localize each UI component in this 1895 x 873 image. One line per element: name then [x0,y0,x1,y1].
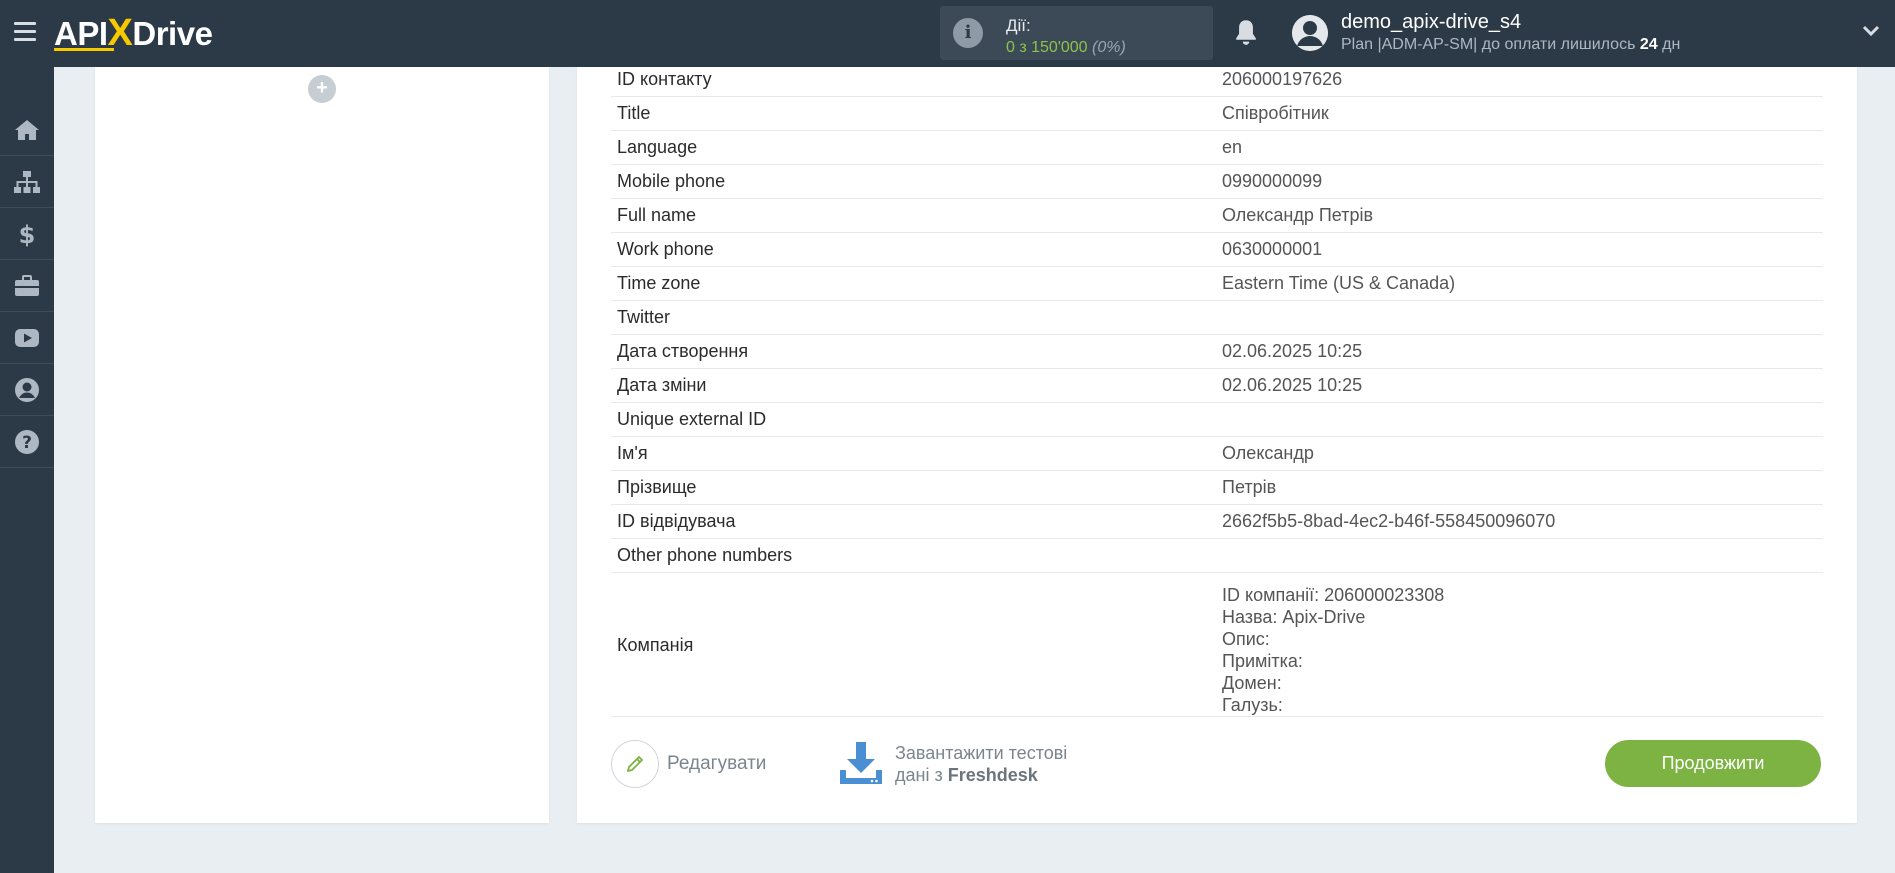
briefcase-icon [15,275,39,296]
download-icon [840,742,882,784]
load-test-data-label: Завантажити тестові дані з Freshdesk [895,743,1068,785]
table-row: Time zone Eastern Time (US & Canada) [611,267,1823,301]
actions-label: Дії: [1006,16,1031,35]
svg-text:$: $ [19,221,36,247]
continue-button[interactable]: Продовжити [1605,740,1821,787]
info-icon: i [953,18,983,48]
field-value: 02.06.2025 10:25 [1222,375,1363,395]
table-row: Mobile phone 0990000099 [611,165,1823,199]
field-value: Олександр [1222,443,1314,463]
pencil-icon [611,740,659,788]
field-name: Дата створення [617,341,749,361]
actions-value: 0 з 150'000 (0%) [1006,39,1126,56]
field-value: en [1222,137,1243,157]
field-value: Олександр Петрів [1222,205,1374,225]
svg-text:?: ? [22,433,32,453]
field-name: Unique external ID [617,409,767,429]
avatar[interactable] [1292,15,1328,51]
table-row: Full name Олександр Петрів [611,199,1823,233]
table-row: Language en [611,131,1823,165]
apix-drive-logo[interactable]: APIXDrive [54,13,213,53]
table-row: Other phone numbers [611,539,1823,573]
sidebar: $ ? [0,67,54,873]
add-step-button[interactable]: + [308,75,336,103]
table-row: Unique external ID [611,403,1823,437]
user-name[interactable]: demo_apix-drive_s4 [1341,11,1521,34]
field-value: 02.06.2025 10:25 [1222,341,1363,361]
field-name: Mobile phone [617,171,726,191]
table-row: Work phone 0630000001 [611,233,1823,267]
load-test-data-button[interactable]: Завантажити тестові дані з Freshdesk [837,740,1067,788]
field-name: Twitter [617,307,671,327]
edit-label: Редагувати [667,753,767,774]
field-value: 0990000099 [1222,171,1323,191]
table-row: Дата зміни 02.06.2025 10:25 [611,369,1823,403]
youtube-icon [15,329,39,347]
field-name: Full name [617,205,697,225]
left-panel: + [95,67,549,823]
fields-table: ID контакту 206000197626 Title Співробітник… [611,67,1823,717]
company-detail-line: Галузь: [1222,695,1283,715]
table-row: ID відвідувача 2662f5b5-8bad-4ec2-b46f-55… [611,505,1823,539]
sidebar-item-help[interactable]: ? [0,417,54,468]
chevron-down-icon[interactable] [1862,24,1880,38]
field-name: ID відвідувача [617,511,736,531]
sidebar-item-video[interactable] [0,313,54,364]
help-icon: ? [15,430,39,454]
table-row-company: Компанія ID компанії: 206000023308 Назва: … [611,573,1823,717]
field-name: Work phone [617,239,714,259]
actions-counter: i Дії: 0 з 150'000 (0%) [940,6,1213,60]
table-row: ID контакту 206000197626 [611,67,1823,97]
field-name: Language [617,137,698,157]
sidebar-item-account[interactable] [0,365,54,416]
sidebar-item-connections[interactable] [0,157,54,208]
menu-icon[interactable] [14,22,36,41]
sitemap-icon [14,171,40,193]
company-detail-line: ID компанії: 206000023308 [1222,585,1445,605]
table-row: Ім'я Олександр [611,437,1823,471]
dollar-icon: $ [19,221,36,247]
table-row: Twitter [611,301,1823,335]
edit-button[interactable]: Редагувати [611,740,766,788]
field-name: Other phone numbers [617,545,793,565]
field-value: 206000197626 [1222,69,1343,89]
home-icon [15,120,39,140]
table-row: Прізвище Петрів [611,471,1823,505]
table-row: Дата створення 02.06.2025 10:25 [611,335,1823,369]
sidebar-item-projects[interactable] [0,261,54,312]
field-value: 0630000001 [1222,239,1323,259]
company-detail-line: Назва: Apix-Drive [1222,607,1366,627]
user-plan: Plan |ADM-AP-SM| до оплати лишилось 24 д… [1341,36,1681,53]
field-name: Time zone [617,273,701,293]
field-value: 2662f5b5-8bad-4ec2-b46f-558450096070 [1222,511,1556,531]
company-detail-line: Примітка: [1222,651,1303,671]
field-value: Співробітник [1222,103,1329,123]
top-bar: APIXDrive i Дії: 0 з 150'000 (0%) demo_a… [0,0,1895,67]
company-detail-line: Опис: [1222,629,1270,649]
field-value: Eastern Time (US & Canada) [1222,273,1456,293]
sidebar-item-home[interactable] [0,105,54,156]
field-name: Ім'я [617,443,648,463]
sidebar-item-billing[interactable]: $ [0,209,54,260]
table-row: Title Співробітник [611,97,1823,131]
field-name: Прізвище [617,477,697,497]
data-preview-panel: ID контакту 206000197626 Title Співробітник… [577,67,1857,823]
field-name: ID контакту [617,69,712,89]
field-name: Компанія [617,635,694,655]
company-details: ID компанії: 206000023308 Назва: Apix-Dri… [1222,584,1444,716]
company-detail-line: Домен: [1222,673,1282,693]
field-name: Title [617,103,651,123]
field-value: Петрів [1222,477,1277,497]
user-icon [15,378,39,402]
field-name: Дата зміни [617,375,707,395]
bell-icon[interactable] [1232,18,1260,48]
